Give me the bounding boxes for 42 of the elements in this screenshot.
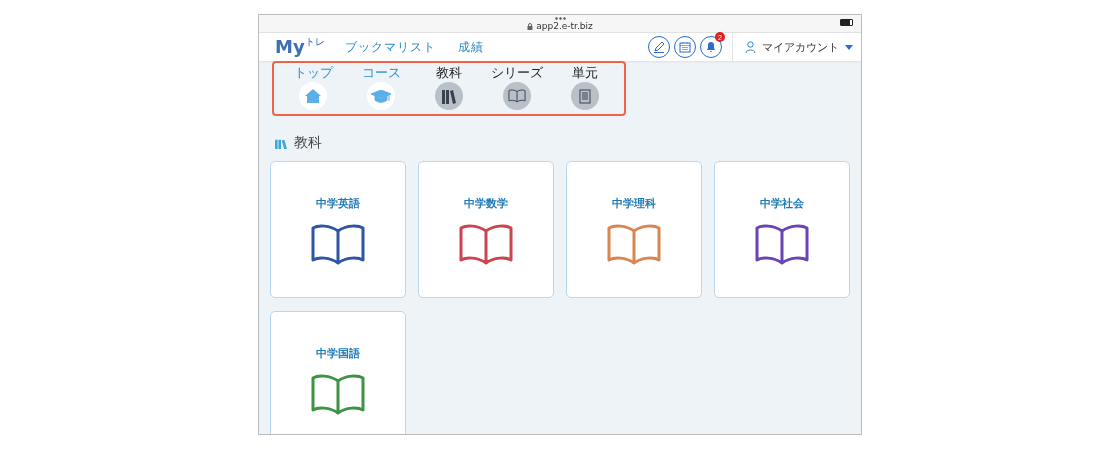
books-icon bbox=[441, 88, 457, 104]
open-book-icon bbox=[310, 373, 366, 415]
open-book-icon bbox=[606, 223, 662, 265]
section-title: 教科 bbox=[294, 134, 322, 152]
subject-card[interactable]: 中学国語 bbox=[270, 311, 406, 434]
books-icon bbox=[274, 137, 288, 149]
calendar-icon bbox=[679, 41, 691, 53]
address-bar[interactable]: app2.e-tr.biz bbox=[527, 20, 593, 32]
pencil-button[interactable] bbox=[648, 36, 670, 58]
open-book-icon bbox=[310, 223, 366, 265]
breadcrumb-step[interactable]: シリーズ bbox=[486, 65, 548, 110]
breadcrumb-step[interactable]: 教科 bbox=[418, 65, 480, 110]
nav-link[interactable]: ブックマリスト bbox=[344, 38, 436, 56]
graduation-cap-icon bbox=[371, 89, 391, 103]
calendar-button[interactable] bbox=[674, 36, 696, 58]
user-icon bbox=[745, 41, 756, 53]
subject-title: 中学英語 bbox=[316, 196, 360, 211]
bell-icon bbox=[705, 41, 717, 53]
subject-card[interactable]: 中学理科 bbox=[566, 161, 702, 298]
subject-title: 中学社会 bbox=[760, 196, 804, 211]
open-book-icon bbox=[754, 223, 810, 265]
document-icon bbox=[579, 88, 591, 104]
breadcrumb-step[interactable]: トップ bbox=[282, 65, 344, 110]
caret-icon bbox=[845, 44, 853, 50]
open-book-icon bbox=[508, 89, 526, 103]
breadcrumb-step[interactable]: コース bbox=[350, 65, 412, 110]
subject-title: 中学国語 bbox=[316, 346, 360, 361]
breadcrumb-step[interactable]: 単元 bbox=[554, 65, 616, 110]
subject-card[interactable]: 中学数学 bbox=[418, 161, 554, 298]
nav-link[interactable]: 成績 bbox=[457, 38, 484, 56]
account-label: マイアカウント bbox=[762, 39, 839, 55]
window-dots-icon bbox=[554, 17, 566, 20]
subject-card[interactable]: 中学英語 bbox=[270, 161, 406, 298]
subject-title: 中学数学 bbox=[464, 196, 508, 211]
account-menu[interactable]: マイアカウント bbox=[745, 39, 853, 55]
lock-icon bbox=[527, 22, 534, 30]
pencil-icon bbox=[653, 41, 665, 53]
open-book-icon bbox=[458, 223, 514, 265]
battery-icon bbox=[840, 19, 853, 26]
house-icon bbox=[305, 89, 321, 103]
subject-title: 中学理科 bbox=[612, 196, 656, 211]
subject-card[interactable]: 中学社会 bbox=[714, 161, 850, 298]
